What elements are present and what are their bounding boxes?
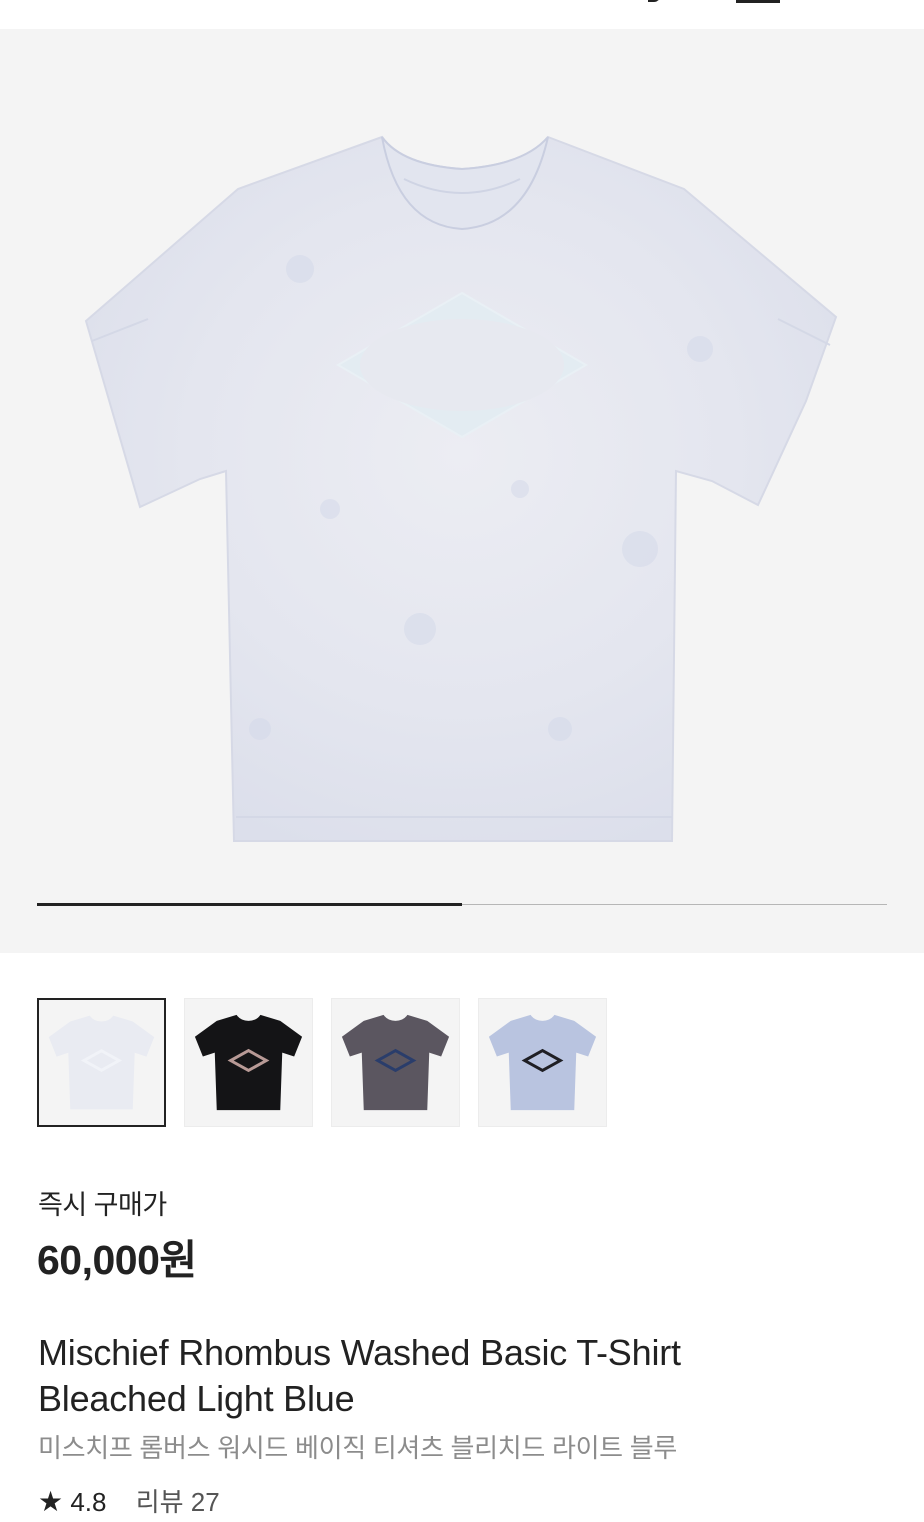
menu-icon-partial[interactable] (736, 0, 780, 3)
price-label: 즉시 구매가 (38, 1190, 167, 1220)
product-title-en: Mischief Rhombus Washed Basic T-Shirt Bl… (38, 1330, 878, 1422)
star-icon: ★ (38, 1486, 64, 1517)
price-value: 60,000원 (37, 1237, 197, 1283)
carousel-progress (37, 903, 887, 906)
product-title-line1: Mischief Rhombus Washed Basic T-Shirt (38, 1332, 681, 1373)
thumbnail-shirt-image (488, 1014, 597, 1111)
product-title-line2: Bleached Light Blue (38, 1378, 355, 1419)
thumbnail-shirt-image (48, 1015, 155, 1110)
thumbnail-shirt-image (341, 1014, 450, 1111)
tshirt-shape (84, 135, 838, 842)
top-bar (0, 0, 924, 29)
color-thumbnail[interactable] (331, 998, 460, 1127)
product-image-carousel[interactable] (0, 29, 924, 953)
product-image (84, 135, 838, 842)
color-thumbnails (37, 998, 887, 1128)
rating-row[interactable]: ★ 4.8 리뷰 27 (38, 1482, 220, 1522)
rating-score: 4.8 (70, 1487, 107, 1517)
color-thumbnail[interactable] (184, 998, 313, 1127)
color-thumbnail[interactable] (37, 998, 166, 1127)
color-thumbnail[interactable] (478, 998, 607, 1127)
thumbnail-shirt-image (194, 1014, 303, 1111)
carousel-progress-fill (37, 903, 462, 906)
product-title-ko: 미스치프 롬버스 워시드 베이직 티셔츠 블리치드 라이트 블루 (38, 1433, 677, 1463)
header-icon-partial[interactable] (648, 0, 660, 2)
review-count[interactable]: 리뷰 27 (136, 1487, 220, 1517)
